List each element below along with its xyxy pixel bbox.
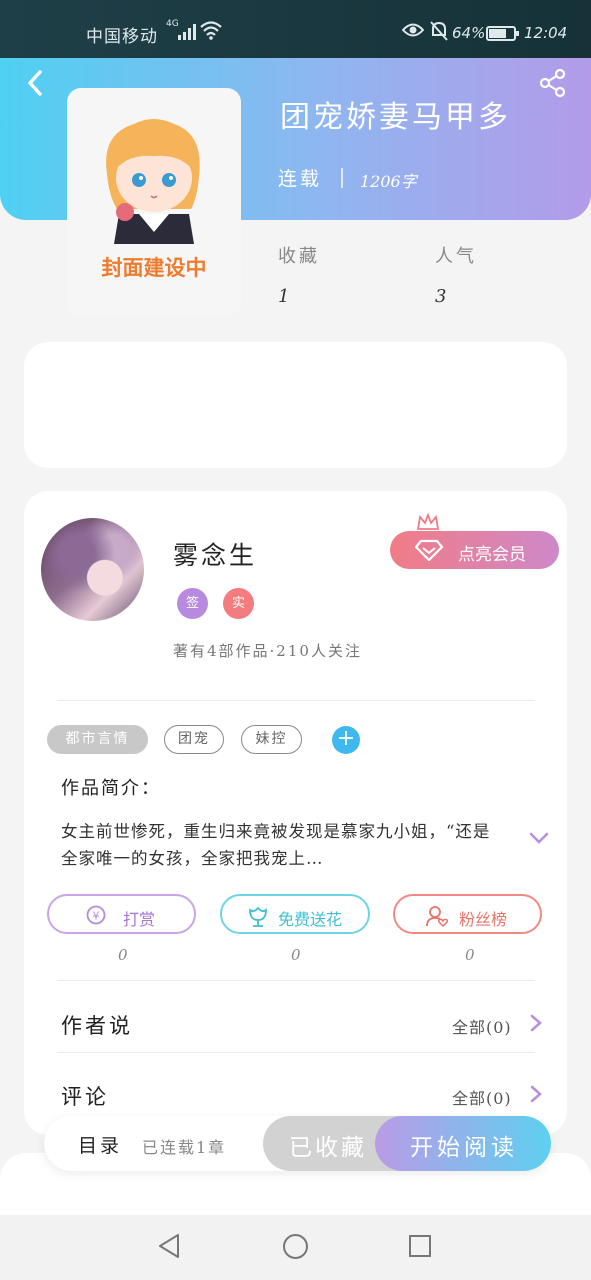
- fans-count: 0: [465, 946, 475, 964]
- diamond-icon: [415, 539, 443, 561]
- svg-text:¥: ¥: [93, 910, 100, 923]
- crown-icon: [416, 513, 440, 530]
- battery-percent: 64%: [452, 24, 486, 42]
- book-cover[interactable]: 封面建设中: [67, 88, 241, 316]
- nav-recent-apps-icon[interactable]: [408, 1234, 432, 1258]
- eye-icon: [402, 23, 424, 37]
- divider: [57, 1052, 535, 1053]
- cover-placeholder-illustration: [106, 119, 200, 244]
- author-avatar[interactable]: [41, 518, 144, 621]
- comments-all-link[interactable]: 全部(0): [452, 1085, 512, 1109]
- tip-count: 0: [118, 946, 128, 964]
- table-of-contents-button[interactable]: 目录: [78, 1131, 122, 1158]
- send-flower-button[interactable]: 免费送花: [220, 894, 370, 934]
- nav-back-icon[interactable]: [156, 1232, 182, 1260]
- popularity-value: 3: [435, 286, 447, 307]
- popularity-label: 人气: [435, 246, 477, 267]
- tip-button-label: 打赏: [123, 910, 156, 929]
- tag-item[interactable]: 妹控: [241, 725, 302, 754]
- favorites-value: 1: [278, 286, 290, 307]
- vip-button-label: 点亮会员: [458, 545, 526, 565]
- clock: 12:04: [524, 24, 568, 42]
- share-icon[interactable]: [538, 68, 568, 98]
- chapter-count: 已连载1章: [142, 1138, 227, 1157]
- collected-button-label: 已收藏: [289, 1135, 367, 1161]
- genre-tag[interactable]: 都市言情: [47, 725, 148, 754]
- comments-title: 评论: [61, 1085, 109, 1109]
- divider: [57, 700, 535, 701]
- signed-badge: 签: [177, 588, 208, 619]
- cover-placeholder-label: 封面建设中: [101, 256, 207, 280]
- chevron-down-icon[interactable]: [528, 830, 550, 846]
- book-status: 连载: [278, 168, 323, 190]
- send-flower-label: 免费送花: [278, 910, 343, 929]
- flower-count: 0: [291, 946, 301, 964]
- plus-icon[interactable]: +: [332, 726, 360, 754]
- fans-ranking-button[interactable]: 粉丝榜: [393, 894, 542, 934]
- author-says-all-link[interactable]: 全部(0): [452, 1014, 512, 1038]
- battery-icon: [486, 26, 519, 41]
- status-divider: [341, 168, 343, 188]
- word-count: 1206字: [360, 172, 417, 191]
- wifi-icon: [200, 21, 222, 40]
- coin-icon: ¥: [86, 905, 106, 925]
- back-icon[interactable]: [22, 68, 52, 98]
- author-says-title: 作者说: [61, 1014, 133, 1038]
- flower-icon: [249, 906, 267, 927]
- user-heart-icon: [426, 906, 449, 928]
- signal-icon: [178, 24, 196, 40]
- book-title: 团宠娇妻马甲多: [280, 100, 511, 135]
- nav-home-icon[interactable]: [282, 1233, 309, 1260]
- status-bar: 中国移动 4G 64% 12:04: [0, 0, 591, 58]
- fans-ranking-label: 粉丝榜: [459, 910, 508, 929]
- author-meta: 著有4部作品·210人关注: [173, 642, 362, 660]
- intro-text: 女主前世惨死，重生归来竟被发现是慕家九小姐，“还是全家唯一的女孩，全家把我宠上…: [61, 822, 491, 868]
- tip-button[interactable]: ¥ 打赏: [47, 894, 196, 934]
- author-name[interactable]: 雾念生: [173, 536, 257, 572]
- divider: [57, 980, 535, 981]
- intro-title: 作品简介：: [61, 778, 161, 799]
- tag-item[interactable]: 团宠: [164, 725, 224, 754]
- vip-button[interactable]: 点亮会员: [390, 531, 559, 569]
- network-type: 4G: [166, 19, 179, 29]
- mute-bell-icon: [430, 21, 448, 41]
- chevron-right-icon[interactable]: [528, 1013, 544, 1033]
- verified-badge: 实: [223, 588, 254, 619]
- start-reading-button[interactable]: 开始阅读: [375, 1116, 551, 1171]
- empty-card: [24, 342, 567, 468]
- start-reading-label: 开始阅读: [410, 1135, 518, 1161]
- favorites-label: 收藏: [278, 246, 320, 267]
- chevron-right-icon[interactable]: [528, 1084, 544, 1104]
- carrier-name: 中国移动: [86, 27, 158, 47]
